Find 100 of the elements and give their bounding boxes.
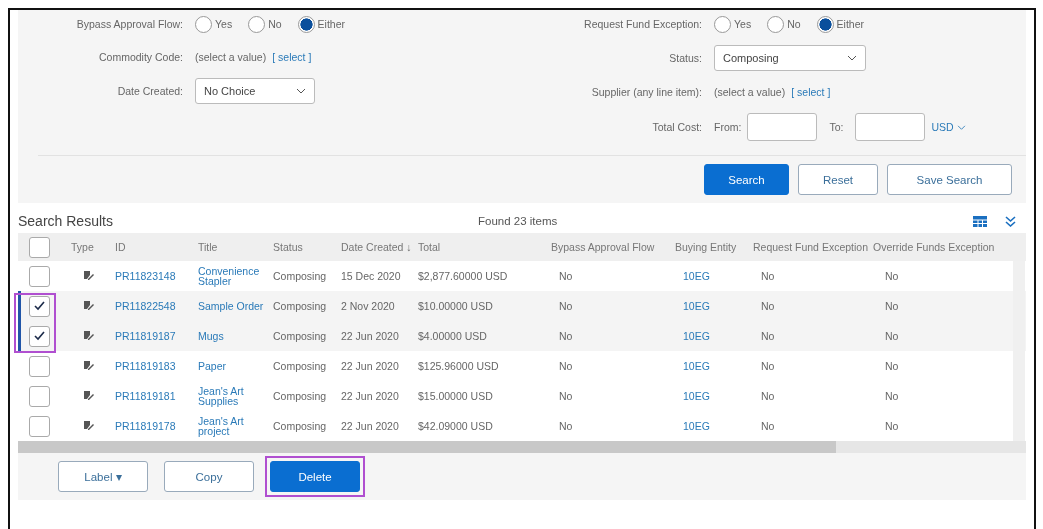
title-link[interactable]: Mugs <box>198 330 273 342</box>
entity-link[interactable]: 10EG <box>675 360 753 372</box>
check-icon <box>34 301 45 311</box>
id-link[interactable]: PR11819178 <box>115 420 198 432</box>
entity-link[interactable]: 10EG <box>675 420 753 432</box>
field-value: (select a value) <box>714 86 786 98</box>
table-cell-text: $2,877.60000 USD <box>418 270 509 282</box>
column-header[interactable]: Bypass Approval Flow <box>551 241 675 253</box>
field-label: Status: <box>668 52 702 64</box>
title-link[interactable]: Jean's Art Supplies <box>198 385 273 407</box>
title-link[interactable]: Paper <box>198 360 273 372</box>
column-header[interactable]: Type <box>71 241 115 253</box>
currency-dropdown[interactable]: USD <box>931 121 966 133</box>
column-header[interactable]: Buying Entity <box>675 241 753 253</box>
table-cell-text: No <box>558 300 574 312</box>
column-header[interactable]: Status <box>273 241 341 253</box>
table-cell-text: Composing <box>273 300 328 312</box>
entity-link[interactable]: 10EG <box>675 390 753 402</box>
radio-option[interactable]: No <box>767 15 801 33</box>
radio-button[interactable] <box>714 15 731 33</box>
column-header[interactable]: Total <box>418 241 551 253</box>
table-cell-text: No <box>558 420 574 432</box>
radio-button[interactable] <box>195 15 212 33</box>
section-title: Search Results <box>18 213 114 229</box>
field-label: To: <box>829 121 844 133</box>
check-icon <box>34 331 45 341</box>
id-link[interactable]: PR11823148 <box>115 270 198 282</box>
action-button[interactable]: Search <box>704 164 789 195</box>
row-checkbox[interactable] <box>29 295 50 317</box>
radio-option[interactable]: Yes <box>195 15 233 33</box>
id-link[interactable]: PR11819187 <box>115 330 198 342</box>
row-checkbox[interactable] <box>29 415 50 437</box>
radio-button[interactable] <box>767 15 785 33</box>
radio-button[interactable] <box>248 15 266 33</box>
table-cell-text: 22 Jun 2020 <box>341 330 400 342</box>
table-cell-text: No <box>760 360 776 372</box>
table-cell-text: No <box>558 360 574 372</box>
entity-link[interactable]: 10EG <box>675 330 753 342</box>
action-button[interactable]: Copy <box>164 461 254 492</box>
action-button[interactable]: Delete <box>270 461 360 492</box>
table-cell-text: $10.00000 USD <box>418 300 494 312</box>
table-cell-text: No <box>760 300 776 312</box>
radio-option[interactable]: Yes <box>714 15 752 33</box>
row-checkbox[interactable] <box>29 325 50 347</box>
table-cell-text: 15 Dec 2020 <box>341 270 402 282</box>
column-header[interactable]: Override Funds Exception <box>873 241 1013 253</box>
action-button[interactable]: Save Search <box>887 164 1012 195</box>
field-label: Request Fund Exception: <box>583 18 702 30</box>
table-cell-text: Composing <box>273 360 328 372</box>
to-input[interactable] <box>855 113 926 141</box>
date-created-dropdown[interactable]: No Choice <box>195 78 315 104</box>
field-label: Bypass Approval Flow: <box>75 18 183 30</box>
from-input[interactable] <box>747 113 818 141</box>
select-all-checkbox[interactable] <box>29 236 50 258</box>
radio-option[interactable]: Either <box>297 15 345 33</box>
table-cell-text: Composing <box>273 330 328 342</box>
row-checkbox[interactable] <box>29 355 50 377</box>
id-link[interactable]: PR11819181 <box>115 390 198 402</box>
double-chevron-down-icon[interactable] <box>1005 215 1016 227</box>
row-checkbox[interactable] <box>29 385 50 407</box>
table-cell-text: No <box>558 330 574 342</box>
field-label: Supplier (any line item): <box>590 86 702 98</box>
entity-link[interactable]: 10EG <box>675 300 753 312</box>
table-cell-text: No <box>558 390 574 402</box>
radio-button[interactable] <box>816 15 834 33</box>
table-cell-text: 22 Jun 2020 <box>341 390 400 402</box>
horizontal-scrollbar[interactable] <box>18 441 1026 453</box>
column-header[interactable]: Request Fund Exception <box>753 241 873 253</box>
table-cell-text: $42.09000 USD <box>418 420 494 432</box>
table-cell-text: No <box>760 390 776 402</box>
table-cell-text: Composing <box>273 270 328 282</box>
title-link[interactable]: Convenience Stapler <box>198 265 273 287</box>
title-link[interactable]: Sample Order <box>198 300 273 312</box>
table-cell-text: No <box>884 420 900 432</box>
id-link[interactable]: PR11819183 <box>115 360 198 372</box>
field-value: (select a value) <box>195 51 267 63</box>
row-checkbox[interactable] <box>29 265 50 287</box>
table-cell-text: $4.00000 USD <box>418 330 488 342</box>
title-link[interactable]: Jean's Art project <box>198 415 273 437</box>
table-settings-icon[interactable] <box>973 215 987 227</box>
column-header[interactable]: Date Created ↓ <box>341 241 418 253</box>
entity-link[interactable]: 10EG <box>675 270 753 282</box>
action-button[interactable]: Label ▾ <box>58 461 148 492</box>
radio-option[interactable]: No <box>248 15 282 33</box>
field-label: Commodity Code: <box>97 51 183 63</box>
table-cell-text: Composing <box>273 420 328 432</box>
vertical-scrollbar[interactable] <box>1013 411 1025 441</box>
column-header[interactable]: Title <box>198 241 273 253</box>
field-label: From: <box>714 121 742 133</box>
id-link[interactable]: PR11822548 <box>115 300 198 312</box>
column-header[interactable]: ID <box>115 241 198 253</box>
radio-button[interactable] <box>297 15 315 33</box>
radio-option[interactable]: Either <box>816 15 864 33</box>
action-button[interactable]: Reset <box>798 164 878 195</box>
chevron-down-icon <box>847 54 857 62</box>
select-link[interactable]: [ select ] <box>272 51 312 63</box>
select-link[interactable]: [ select ] <box>791 86 831 98</box>
status-dropdown[interactable]: Composing <box>714 45 866 71</box>
table-cell-text: No <box>558 270 574 282</box>
table-cell-text: 22 Jun 2020 <box>341 420 400 432</box>
